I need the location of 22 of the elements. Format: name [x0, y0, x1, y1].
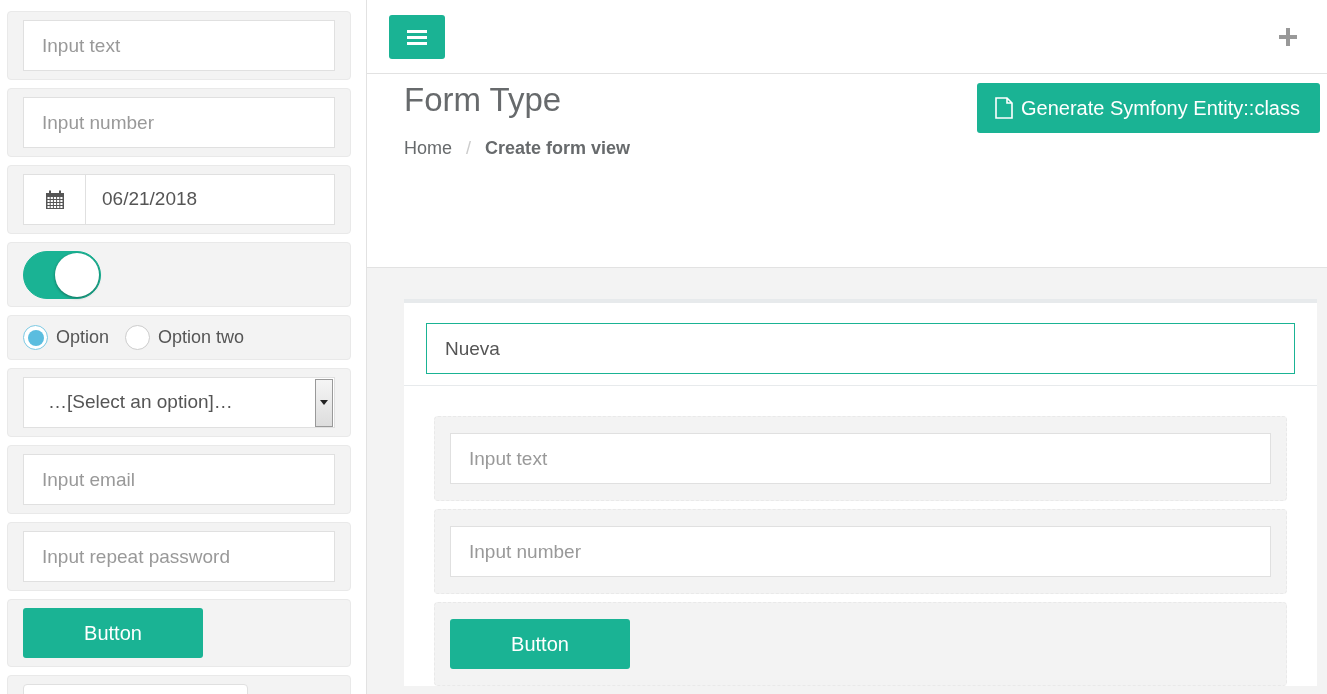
toggle-switch[interactable] [23, 251, 101, 299]
radio-option[interactable]: Option two [125, 324, 245, 351]
input-field[interactable]: Input number [23, 97, 335, 148]
date-value: 06/21/2018 [101, 187, 199, 212]
calendar-icon [44, 189, 65, 210]
input-field[interactable]: Input email [23, 454, 335, 505]
breadcrumb-separator: / [466, 136, 472, 160]
radio-option[interactable]: Option [23, 324, 110, 351]
page-title: Form Type [404, 80, 563, 121]
name-field[interactable]: Nueva [426, 323, 1295, 374]
input-field[interactable]: Input number [450, 526, 1271, 577]
input-field[interactable]: Input text [23, 20, 335, 71]
menu-button[interactable] [389, 14, 445, 59]
menu-icon [407, 28, 427, 45]
select-field[interactable]: …[Select an option]… [23, 377, 335, 428]
document-icon [995, 97, 1013, 120]
input-field[interactable]: Input text [450, 433, 1271, 484]
date-field[interactable]: 06/21/2018 [23, 174, 335, 225]
breadcrumb-current[interactable]: Create form view [485, 134, 631, 162]
plus-icon[interactable] [1279, 27, 1297, 46]
input-field[interactable]: Input repeat password [23, 531, 335, 582]
breadcrumb-link[interactable]: Home [404, 134, 452, 162]
